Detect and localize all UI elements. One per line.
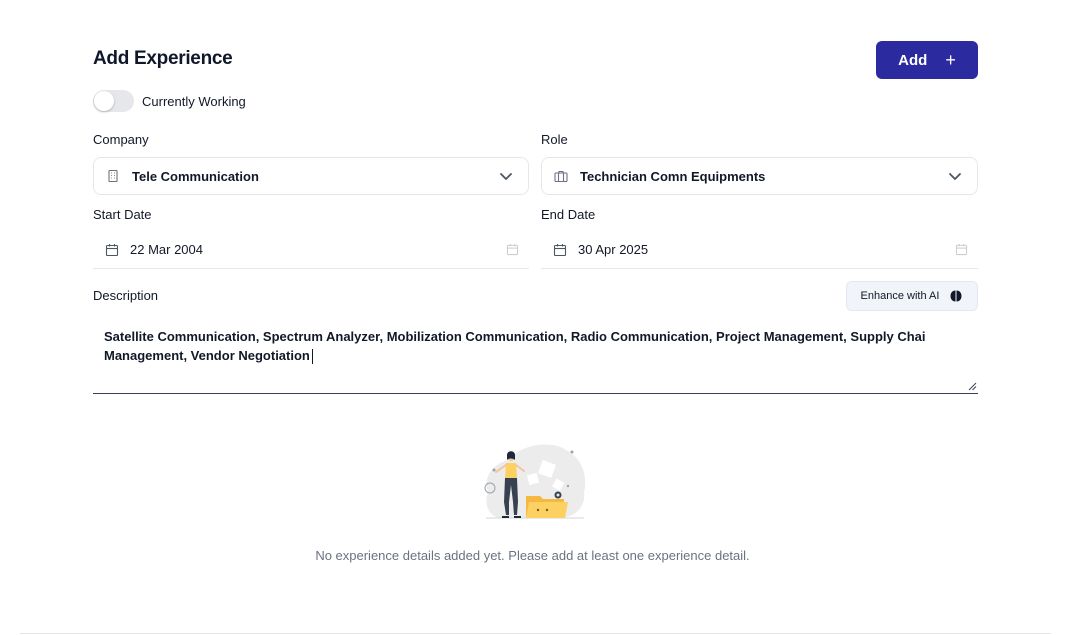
start-date-input[interactable]: 22 Mar 2004 bbox=[93, 231, 529, 269]
calendar-icon bbox=[105, 243, 119, 257]
description-label: Description bbox=[93, 288, 159, 303]
end-date-label: End Date bbox=[541, 207, 596, 222]
page-title: Add Experience bbox=[93, 48, 233, 69]
chevron-down-icon[interactable] bbox=[947, 168, 963, 184]
role-value: Technician Comn Equipments bbox=[580, 168, 766, 184]
bottom-divider bbox=[20, 633, 1051, 634]
add-experience-button[interactable]: Add + bbox=[876, 41, 978, 79]
currently-working-label: Currently Working bbox=[142, 93, 246, 109]
calendar-picker-icon[interactable] bbox=[955, 243, 968, 256]
end-date-value: 30 Apr 2025 bbox=[578, 242, 649, 257]
company-value: Tele Communication bbox=[132, 168, 259, 184]
end-date-input[interactable]: 30 Apr 2025 bbox=[541, 231, 978, 269]
role-label: Role bbox=[541, 132, 568, 147]
calendar-icon bbox=[553, 243, 567, 257]
add-button-label: Add bbox=[898, 51, 928, 69]
brain-icon bbox=[950, 290, 962, 302]
toggle-knob bbox=[94, 91, 114, 111]
start-date-value: 22 Mar 2004 bbox=[130, 242, 203, 257]
currently-working-toggle[interactable] bbox=[93, 90, 134, 112]
calendar-picker-icon[interactable] bbox=[506, 243, 519, 256]
building-icon bbox=[106, 169, 120, 183]
enhance-button-label: Enhance with AI bbox=[860, 290, 940, 302]
currently-working-row: Currently Working bbox=[93, 90, 246, 112]
text-cursor bbox=[311, 349, 313, 365]
description-text: Satellite Communication, Spectrum Analyz… bbox=[104, 329, 926, 363]
empty-state-message: No experience details added yet. Please … bbox=[315, 548, 750, 563]
briefcase-icon bbox=[554, 169, 568, 183]
plus-icon: + bbox=[945, 50, 956, 70]
start-date-label: Start Date bbox=[93, 207, 152, 222]
role-select[interactable]: Technician Comn Equipments bbox=[541, 157, 978, 195]
company-label: Company bbox=[93, 132, 149, 147]
description-textarea[interactable]: Satellite Communication, Spectrum Analyz… bbox=[93, 318, 978, 394]
resize-handle-icon[interactable] bbox=[967, 381, 977, 391]
empty-state-illustration bbox=[484, 444, 586, 519]
enhance-with-ai-button[interactable]: Enhance with AI bbox=[846, 281, 978, 311]
chevron-down-icon[interactable] bbox=[498, 168, 514, 184]
company-select[interactable]: Tele Communication bbox=[93, 157, 529, 195]
